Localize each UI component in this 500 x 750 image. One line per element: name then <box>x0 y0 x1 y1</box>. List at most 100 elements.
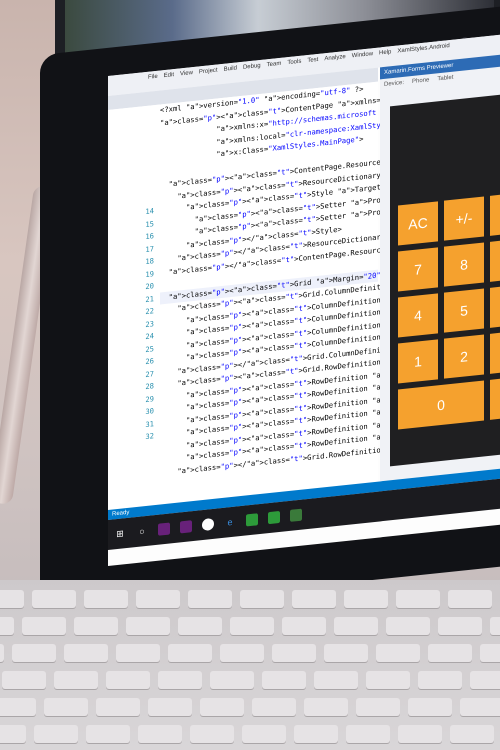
previewer-tab[interactable]: Tablet <box>437 75 453 83</box>
laptop-screen: File Edit View Project Build Debug Team Tools Te… <box>108 34 500 567</box>
calculator-key: 0 <box>398 380 484 430</box>
keyboard-key <box>210 671 254 689</box>
search-icon[interactable]: ○ <box>136 525 148 538</box>
calculator-key: 3 <box>490 329 500 374</box>
keyboard-key <box>470 671 500 689</box>
keyboard-key <box>0 698 36 716</box>
visual-studio-icon-2[interactable] <box>180 520 192 534</box>
keyboard-key <box>0 644 4 662</box>
calculator-key: 7 <box>398 247 438 292</box>
calculator-keypad: AC+/-789 456 1230 <box>398 187 500 430</box>
calculator-key <box>490 191 500 236</box>
keyboard-key <box>220 644 264 662</box>
keyboard-row <box>0 644 500 662</box>
keyboard-key <box>262 671 306 689</box>
keyboard-key <box>126 617 170 635</box>
keyboard-key <box>346 725 390 743</box>
keyboard-key <box>396 590 440 608</box>
keyboard-key <box>158 671 202 689</box>
keyboard-key <box>366 671 410 689</box>
keyboard-key <box>0 725 26 743</box>
keyboard-row <box>0 698 500 716</box>
calculator-key: 6 <box>490 283 500 328</box>
menu-item[interactable]: Tools <box>287 59 301 66</box>
keyboard-key <box>22 617 66 635</box>
menu-item[interactable]: Analyze <box>324 54 345 62</box>
edge-icon[interactable]: e <box>224 516 236 529</box>
keyboard-row <box>0 725 494 743</box>
keyboard-key <box>84 590 128 608</box>
keyboard-key <box>32 590 76 608</box>
previewer-tab[interactable]: Phone <box>412 77 429 85</box>
menu-item[interactable]: Help <box>379 49 391 56</box>
menu-item[interactable]: Team <box>267 61 282 69</box>
keyboard-key <box>398 725 442 743</box>
keyboard-key <box>200 698 244 716</box>
keyboard-key <box>282 617 326 635</box>
visual-studio-icon[interactable] <box>158 522 170 536</box>
keyboard-key <box>34 725 78 743</box>
keyboard-key <box>408 698 452 716</box>
previewer-tab[interactable]: Device: <box>384 80 404 88</box>
keyboard-row <box>0 671 500 689</box>
keyboard-key <box>116 644 160 662</box>
keyboard-key <box>294 725 338 743</box>
keyboard-key <box>106 671 150 689</box>
keyboard-key <box>190 725 234 743</box>
keyboard-key <box>0 590 24 608</box>
keyboard-key <box>178 617 222 635</box>
keyboard-key <box>448 590 492 608</box>
keyboard-key <box>324 644 368 662</box>
keyboard-key <box>136 590 180 608</box>
keyboard-row <box>0 617 500 635</box>
keyboard-key <box>240 590 284 608</box>
keyboard-key <box>292 590 336 608</box>
keyboard-key <box>344 590 388 608</box>
keyboard-key <box>12 644 56 662</box>
keyboard-key <box>188 590 232 608</box>
keyboard-key <box>460 698 500 716</box>
keyboard-key <box>252 698 296 716</box>
menu-item[interactable]: Debug <box>243 63 261 71</box>
keyboard-key <box>304 698 348 716</box>
calculator-key: 8 <box>444 242 484 287</box>
calculator-key: 4 <box>398 293 438 338</box>
calculator-key: +/- <box>444 196 484 241</box>
keyboard-key <box>242 725 286 743</box>
menu-item[interactable]: Window <box>352 51 373 59</box>
menu-item[interactable]: Test <box>307 57 318 64</box>
keyboard-key <box>418 671 462 689</box>
menu-item[interactable]: File <box>148 74 158 81</box>
calculator-key: 2 <box>444 334 484 379</box>
calculator-key: 1 <box>398 339 438 384</box>
keyboard-key <box>438 617 482 635</box>
calculator-key: 5 <box>444 288 484 333</box>
project-selector[interactable]: XamlStyles.Android <box>397 43 449 55</box>
keyboard-key <box>44 698 88 716</box>
menu-item[interactable]: Edit <box>164 72 174 79</box>
windows-start-icon[interactable]: ⊞ <box>114 527 126 540</box>
app-icon-green[interactable] <box>246 513 258 527</box>
xamarin-previewer-panel: Xamarin.Forms Previewer Device: Phone Tabl… <box>380 54 500 482</box>
calculator-key: AC <box>398 201 438 246</box>
line-number-gutter: 14 15 16 17 18 19 20 21 22 23 24 25 26 27 28 29 30 31 32 <box>108 105 154 485</box>
xaml-code: <?xml "a">version="1.0" "a">encoding="ut… <box>160 82 498 480</box>
menu-item[interactable]: Project <box>199 67 218 75</box>
keyboard-key <box>138 725 182 743</box>
code-editor[interactable]: 14 15 16 17 18 19 20 21 22 23 24 25 26 27 28 29 30 31 32 <… <box>108 81 498 510</box>
camtasia-icon[interactable] <box>268 510 280 525</box>
keyboard-key <box>314 671 358 689</box>
keyboard-key <box>386 617 430 635</box>
keyboard-key <box>450 725 494 743</box>
keyboard-key <box>480 644 500 662</box>
menu-item[interactable]: Build <box>224 65 237 72</box>
keyboard-key <box>334 617 378 635</box>
keyboard-key <box>86 725 130 743</box>
keyboard-key <box>490 617 500 635</box>
keyboard-key <box>356 698 400 716</box>
app-icon[interactable] <box>290 508 302 522</box>
chrome-icon[interactable] <box>202 517 214 532</box>
menu-item[interactable]: View <box>180 70 193 77</box>
keyboard-key <box>64 644 108 662</box>
calculator-key <box>490 375 500 420</box>
